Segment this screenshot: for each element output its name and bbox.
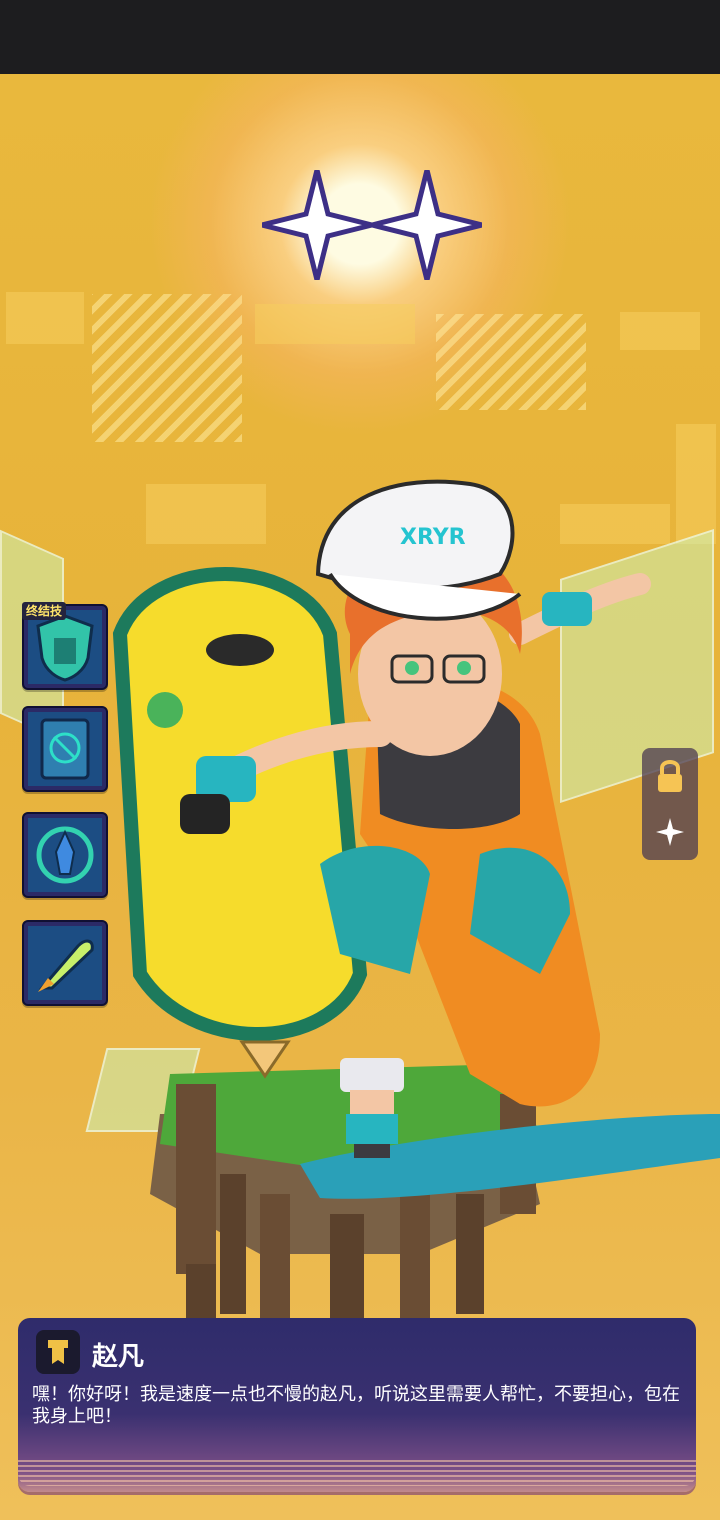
- rocket-cycle-icon: [28, 818, 102, 892]
- side-button-group: [642, 748, 698, 860]
- dialog-decoration: [18, 1460, 696, 1486]
- skill-button-4[interactable]: [22, 920, 108, 1006]
- svg-text:XRYR: XRYR: [400, 525, 466, 550]
- ultimate-skill-button[interactable]: 终结技: [22, 602, 108, 690]
- skill-button-3[interactable]: [22, 812, 108, 898]
- game-scene: XRYR 终结技: [0, 74, 720, 1520]
- lock-button[interactable]: [642, 748, 698, 804]
- sparkle-button[interactable]: [642, 804, 698, 860]
- status-bar: [0, 0, 720, 74]
- missile-icon: [28, 926, 102, 1000]
- speaker-name: 赵凡: [92, 1342, 145, 1372]
- skull-tablet-icon: [28, 712, 102, 786]
- lock-icon: [658, 760, 682, 792]
- character-illustration: XRYR: [112, 479, 720, 1394]
- dialog-text: 嘿！你好呀！我是速度一点也不慢的赵凡，听说这里需要人帮忙，不要担心，包在我身上吧…: [32, 1384, 680, 1427]
- ultimate-tag: 终结技: [22, 602, 67, 620]
- dialog-box[interactable]: 赵凡 嘿！你好呀！我是速度一点也不慢的赵凡，听说这里需要人帮忙，不要担心，包在我…: [18, 1318, 696, 1492]
- faction-emblem-icon: [36, 1330, 80, 1374]
- sparkle-icon: [656, 818, 684, 846]
- skill-button-2[interactable]: [22, 706, 108, 792]
- shield-circuit-icon: [28, 610, 102, 684]
